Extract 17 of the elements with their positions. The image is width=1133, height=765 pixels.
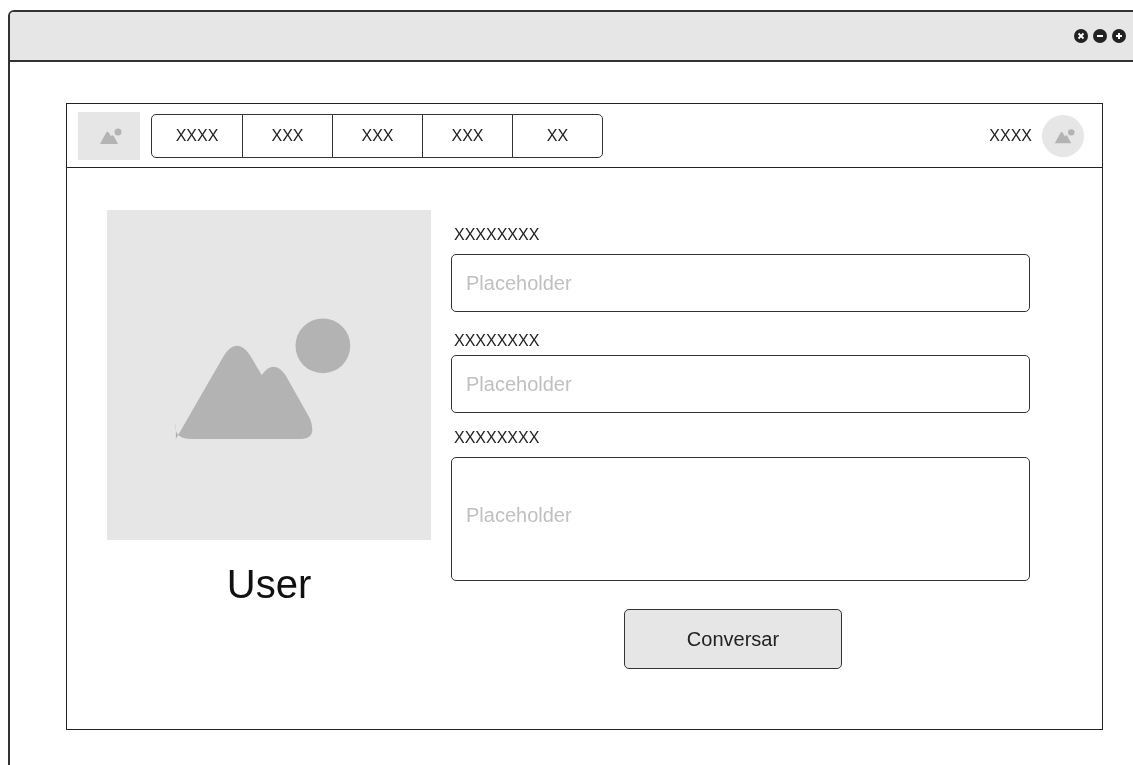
input-field[interactable]: Placeholder — [451, 254, 1030, 312]
nav-tab[interactable]: XXXX — [152, 114, 242, 157]
text-area[interactable]: Placeholder — [451, 457, 1030, 581]
input-field[interactable]: Placeholder — [451, 355, 1030, 413]
profile-name: User — [226, 562, 312, 607]
maximize-icon[interactable] — [1112, 29, 1126, 43]
minimize-icon[interactable] — [1093, 29, 1107, 43]
field-label: XXXXXXXX — [454, 226, 540, 244]
conversar-button[interactable]: Conversar — [624, 609, 842, 669]
nav-tab[interactable]: XX — [512, 114, 602, 157]
nav-tab[interactable]: XXX — [242, 114, 332, 157]
field-label: XXXXXXXX — [454, 332, 540, 350]
user-name: XXXX — [989, 126, 1032, 145]
nav-tab[interactable]: XXX — [332, 114, 422, 157]
field-label: XXXXXXXX — [454, 429, 540, 447]
nav-tab[interactable]: XXX — [422, 114, 512, 157]
close-icon[interactable] — [1074, 29, 1088, 43]
